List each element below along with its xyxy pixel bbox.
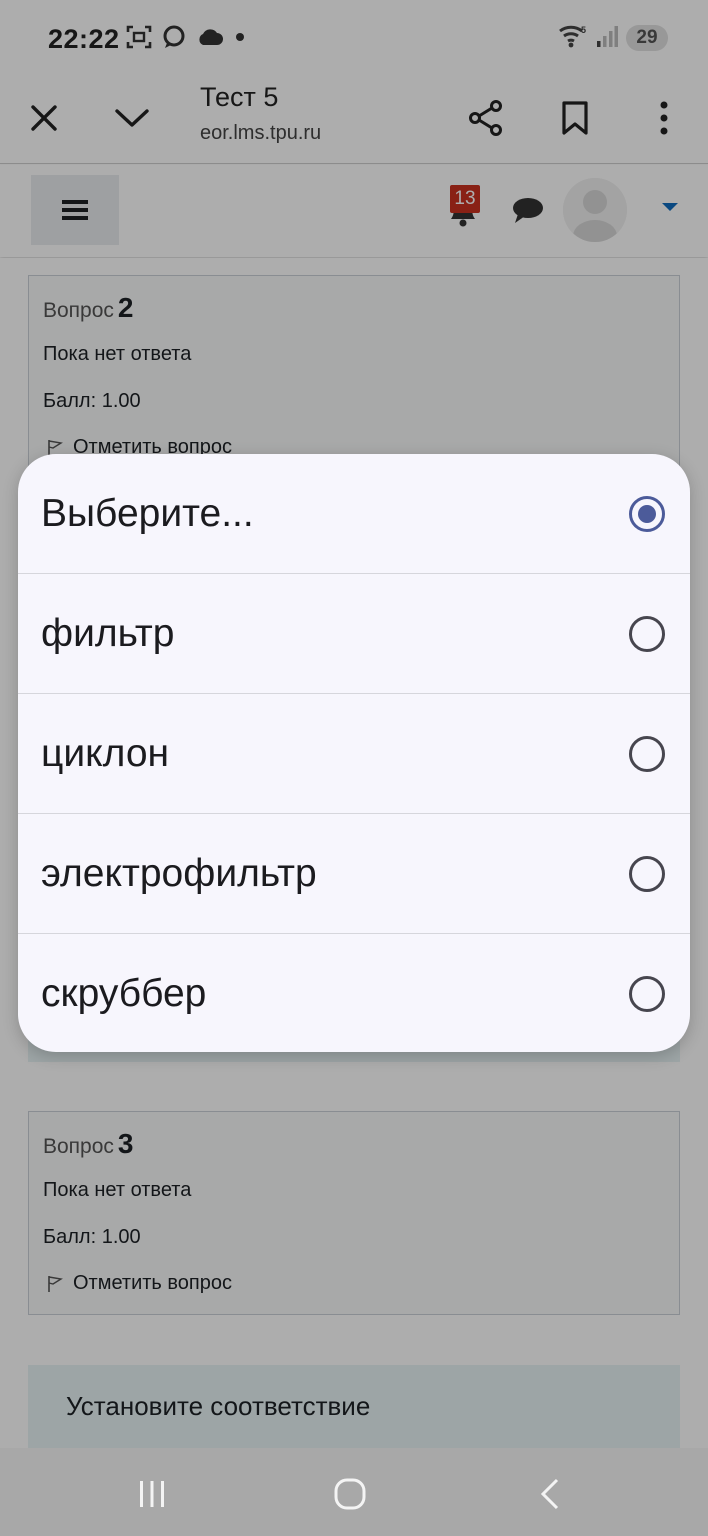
radio-selected-icon[interactable] <box>629 496 665 532</box>
picker-option[interactable]: циклон <box>18 694 690 814</box>
picker-option[interactable]: скруббер <box>18 934 690 1052</box>
option-label: электрофильтр <box>41 852 317 895</box>
home-icon <box>334 1478 366 1510</box>
option-label: Выберите... <box>41 492 254 535</box>
back-button[interactable] <box>530 1476 570 1512</box>
back-icon <box>540 1478 559 1510</box>
radio-unselected-icon[interactable] <box>629 616 665 652</box>
radio-unselected-icon[interactable] <box>629 976 665 1012</box>
select-picker-dialog: Выберите... фильтр циклон электрофильтр … <box>18 454 690 1052</box>
picker-option[interactable]: электрофильтр <box>18 814 690 934</box>
option-label: фильтр <box>41 612 175 655</box>
home-button[interactable] <box>330 1476 370 1512</box>
radio-unselected-icon[interactable] <box>629 736 665 772</box>
option-label: циклон <box>41 732 170 775</box>
option-label: скруббер <box>41 972 207 1015</box>
system-nav-bar <box>0 1448 708 1536</box>
radio-unselected-icon[interactable] <box>629 856 665 892</box>
recent-apps-button[interactable] <box>132 1476 172 1512</box>
picker-option[interactable]: фильтр <box>18 574 690 694</box>
picker-option[interactable]: Выберите... <box>18 454 690 574</box>
recent-apps-icon <box>140 1481 164 1507</box>
